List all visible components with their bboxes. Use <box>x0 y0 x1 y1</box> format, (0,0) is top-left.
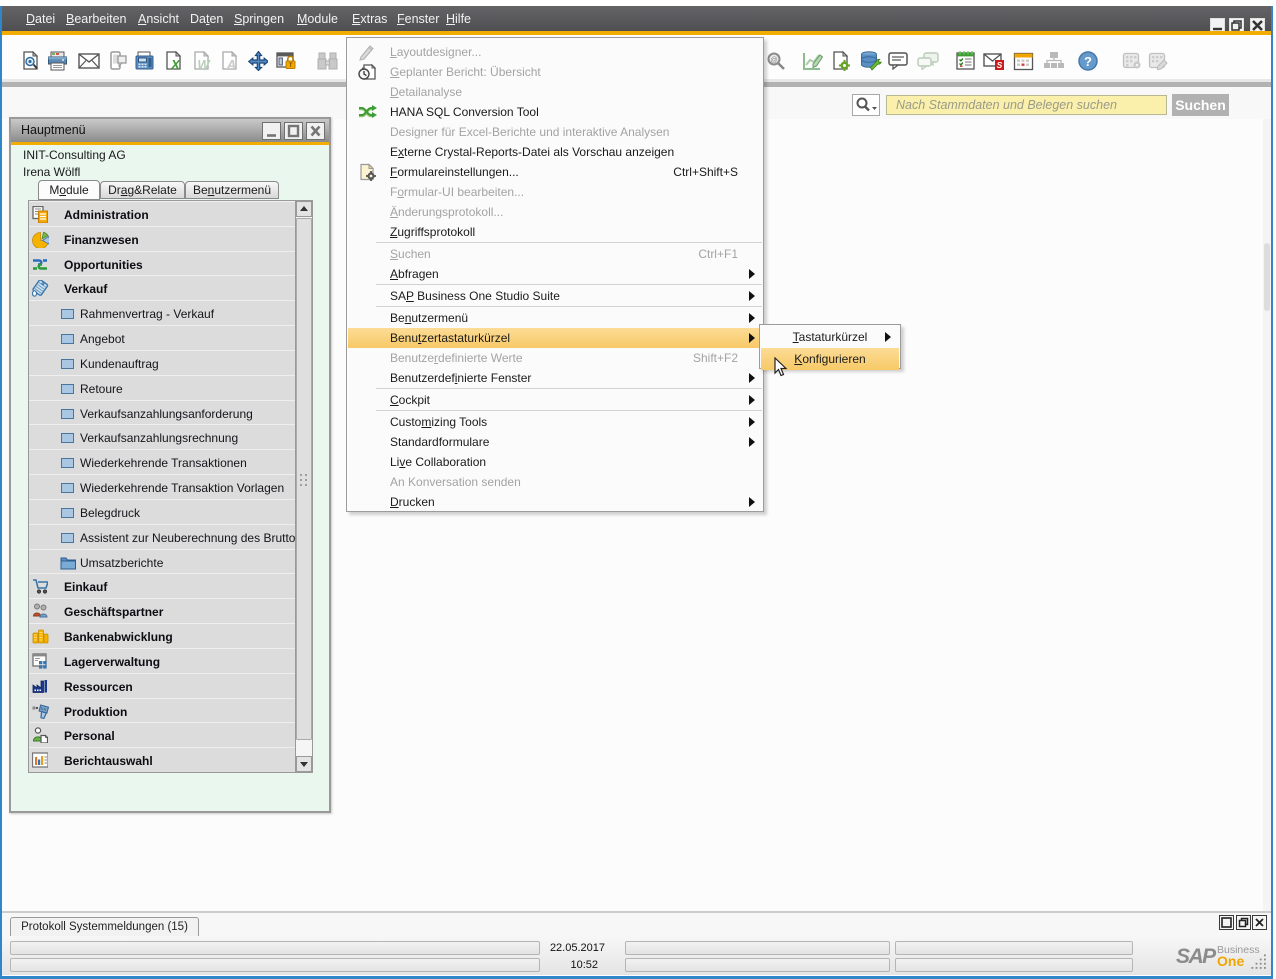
svg-text:@: @ <box>770 57 777 64</box>
svg-text:SAP: SAP <box>1176 945 1217 968</box>
svg-text:S: S <box>997 60 1003 70</box>
svg-text:W: W <box>197 57 211 71</box>
svg-text:T: T <box>289 63 293 69</box>
svg-text:X: X <box>170 57 181 71</box>
svg-text:One: One <box>1217 953 1244 969</box>
svg-text:A: A <box>226 57 236 71</box>
svg-text:?: ? <box>1084 54 1092 69</box>
